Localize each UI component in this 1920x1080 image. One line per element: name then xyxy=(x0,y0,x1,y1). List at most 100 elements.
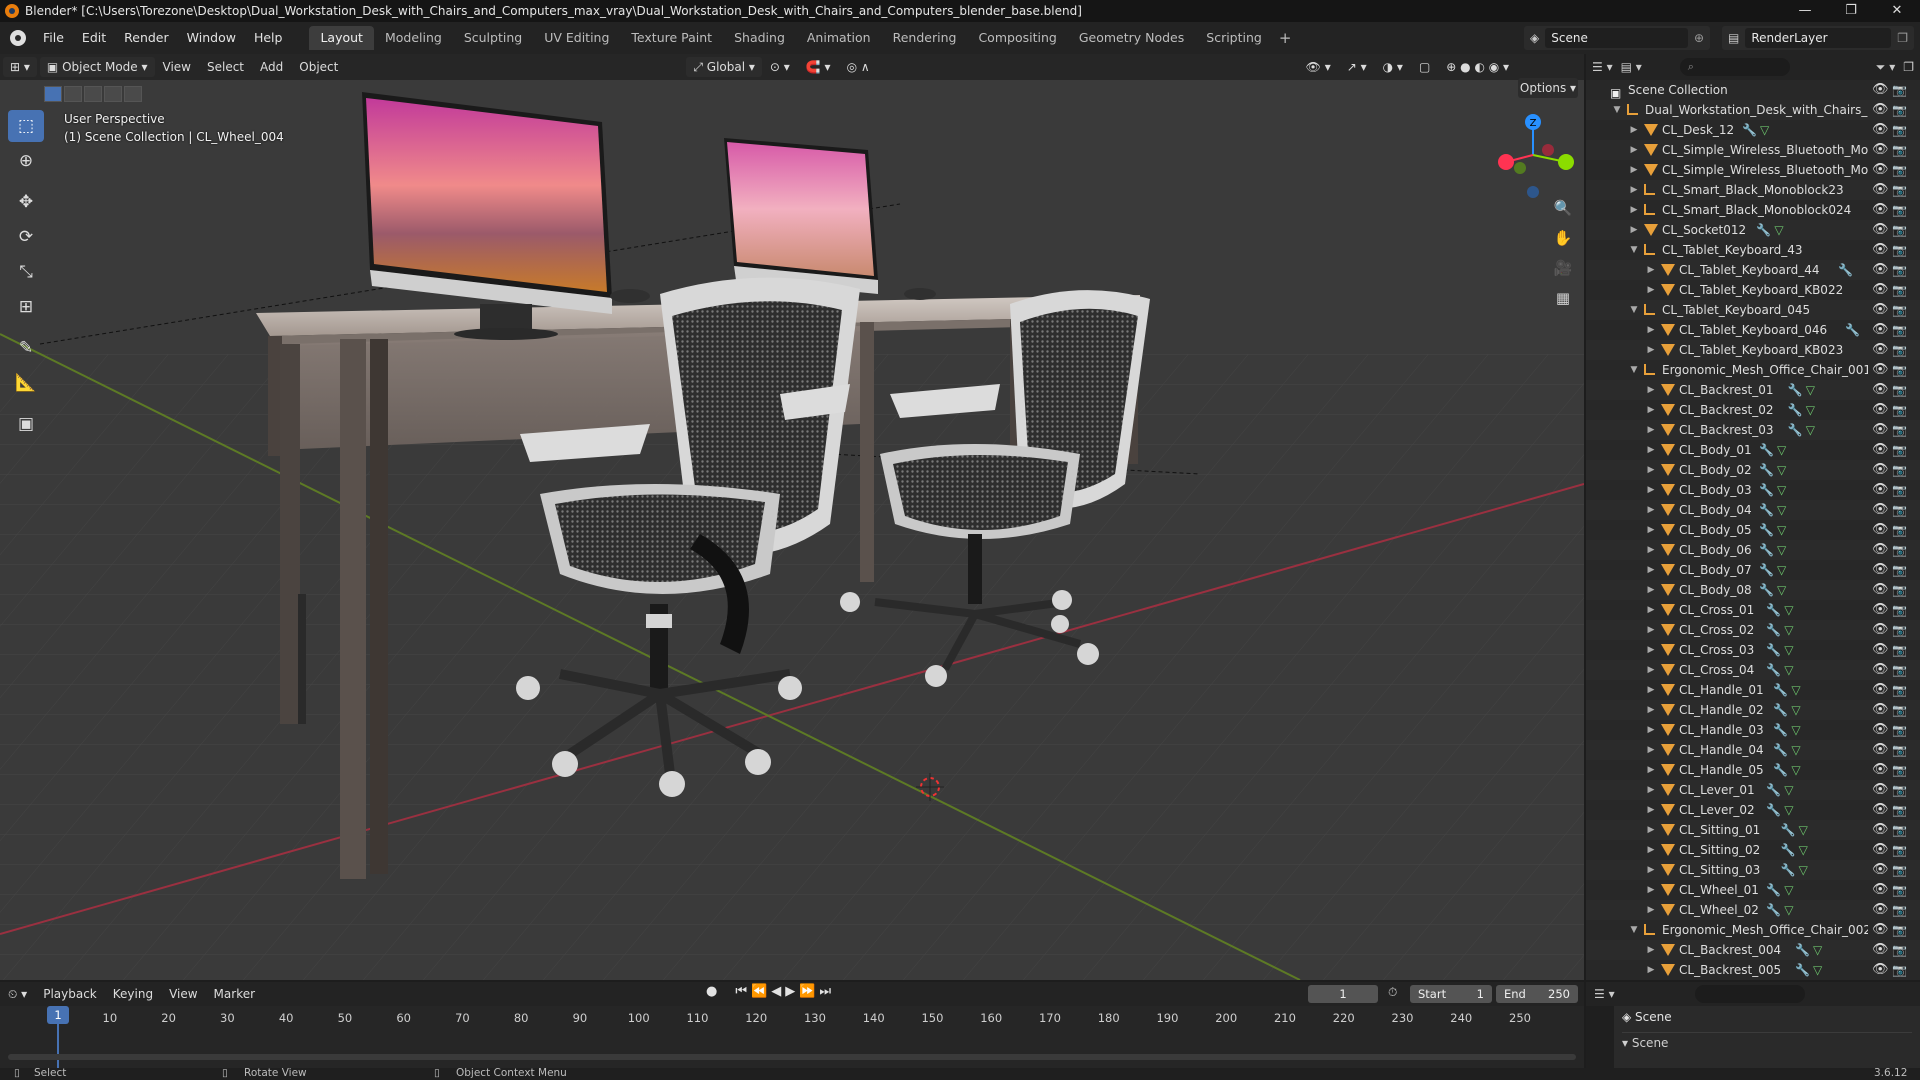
modifier-icon[interactable]: 🔧 xyxy=(1788,400,1803,420)
mesh-data-icon[interactable]: ▽ xyxy=(1784,780,1793,800)
visibility-eye-icon[interactable]: 👁 xyxy=(1872,680,1889,700)
jump-end-icon[interactable]: ⏭ xyxy=(819,984,831,999)
outliner-item-label[interactable]: CL_Simple_Wireless_Bluetooth_Mou xyxy=(1662,140,1868,160)
end-frame-field[interactable]: End 250 xyxy=(1496,985,1578,1003)
outliner-item-label[interactable]: CL_Backrest_02 xyxy=(1679,400,1868,420)
viewport-menu-view[interactable]: View xyxy=(155,57,199,77)
outliner-item-label[interactable]: CL_Simple_Wireless_Bluetooth_Mou xyxy=(1662,160,1868,180)
render-camera-icon[interactable]: 📷 xyxy=(1892,580,1907,600)
visibility-eye-icon[interactable]: 👁 xyxy=(1872,760,1889,780)
render-camera-icon[interactable]: 📷 xyxy=(1892,240,1907,260)
outliner-item-label[interactable]: CL_Tablet_Keyboard_KB023 xyxy=(1679,340,1868,360)
outliner-row[interactable]: ▶ CL_Body_03 🔧 ▽ 👁 📷 xyxy=(1586,480,1920,500)
mesh-data-icon[interactable]: ▽ xyxy=(1791,720,1800,740)
modifier-icon[interactable]: 🔧 xyxy=(1742,120,1757,140)
expand-arrow-icon[interactable]: ▶ xyxy=(1645,900,1657,920)
xray-toggle-icon[interactable]: ▢ xyxy=(1411,57,1438,77)
preview-range-icon[interactable]: ⏱ xyxy=(1388,985,1397,1000)
view-layer-selector[interactable]: ▤ RenderLayer ❐ xyxy=(1722,26,1914,50)
outliner-row[interactable]: ▶ CL_Handle_01 🔧 ▽ 👁 📷 xyxy=(1586,680,1920,700)
render-camera-icon[interactable]: 📷 xyxy=(1892,320,1907,340)
visibility-eye-icon[interactable]: 👁 xyxy=(1872,360,1889,380)
render-camera-icon[interactable]: 📷 xyxy=(1892,900,1907,920)
render-camera-icon[interactable]: 📷 xyxy=(1892,760,1907,780)
selection-mode-buttons[interactable] xyxy=(44,86,144,102)
modifier-icon[interactable]: 🔧 xyxy=(1781,860,1796,880)
mesh-data-icon[interactable]: ▽ xyxy=(1806,380,1815,400)
expand-arrow-icon[interactable]: ▶ xyxy=(1628,180,1640,200)
expand-arrow-icon[interactable]: ▶ xyxy=(1645,480,1657,500)
properties-tabs[interactable] xyxy=(1586,1006,1614,1068)
visibility-eye-icon[interactable]: 👁 xyxy=(1872,900,1889,920)
tab-shading[interactable]: Shading xyxy=(723,26,796,50)
modifier-icon[interactable]: 🔧 xyxy=(1773,680,1788,700)
visibility-eye-icon[interactable]: 👁 xyxy=(1872,800,1889,820)
render-camera-icon[interactable]: 📷 xyxy=(1892,800,1907,820)
visibility-eye-icon[interactable]: 👁 xyxy=(1872,380,1889,400)
expand-arrow-icon[interactable]: ▶ xyxy=(1645,540,1657,560)
scene-subpanel-header[interactable]: ▾ Scene xyxy=(1622,1032,1912,1050)
snap-icon[interactable]: 🧲 ▾ xyxy=(798,57,839,77)
add-cube-tool-icon[interactable]: ▣ xyxy=(8,408,44,440)
outliner-row[interactable]: ▶ CL_Lever_02 🔧 ▽ 👁 📷 xyxy=(1586,800,1920,820)
outliner-row[interactable]: ▶ CL_Handle_03 🔧 ▽ 👁 📷 xyxy=(1586,720,1920,740)
mesh-data-icon[interactable]: ▽ xyxy=(1760,120,1769,140)
visibility-eye-icon[interactable]: 👁 xyxy=(1872,640,1889,660)
mesh-data-icon[interactable]: ▽ xyxy=(1784,620,1793,640)
render-camera-icon[interactable]: 📷 xyxy=(1892,80,1907,100)
modifier-icon[interactable]: 🔧 xyxy=(1766,800,1781,820)
modifier-icon[interactable]: 🔧 xyxy=(1759,440,1774,460)
modifier-icon[interactable]: 🔧 xyxy=(1781,820,1796,840)
modifier-icon[interactable]: 🔧 xyxy=(1795,940,1810,960)
outliner-item-label[interactable]: CL_Tablet_Keyboard_046 xyxy=(1679,320,1868,340)
move-tool-icon[interactable]: ✥ xyxy=(8,186,44,218)
render-camera-icon[interactable]: 📷 xyxy=(1892,620,1907,640)
maximize-button[interactable]: ❐ xyxy=(1828,0,1874,22)
visibility-eye-icon[interactable]: 👁 xyxy=(1872,400,1889,420)
blender-logo-icon[interactable] xyxy=(10,30,26,46)
outliner-row[interactable]: ▶ CL_Body_01 🔧 ▽ 👁 📷 xyxy=(1586,440,1920,460)
outliner-row[interactable]: ▶ CL_Cross_01 🔧 ▽ 👁 📷 xyxy=(1586,600,1920,620)
prev-keyframe-icon[interactable]: ⏪ xyxy=(751,984,767,999)
outliner-row[interactable]: ▶ CL_Tablet_Keyboard_046 🔧 👁 📷 xyxy=(1586,320,1920,340)
outliner-row[interactable]: ▶ CL_Backrest_01 🔧 ▽ 👁 📷 xyxy=(1586,380,1920,400)
current-frame-field[interactable]: 1 xyxy=(1308,985,1378,1003)
render-camera-icon[interactable]: 📷 xyxy=(1892,200,1907,220)
pivot-point-icon[interactable]: ⊙ ▾ xyxy=(762,57,798,77)
modifier-icon[interactable]: 🔧 xyxy=(1766,780,1781,800)
render-camera-icon[interactable]: 📷 xyxy=(1892,460,1907,480)
modifier-icon[interactable]: 🔧 xyxy=(1773,700,1788,720)
expand-arrow-icon[interactable]: ▶ xyxy=(1645,560,1657,580)
render-camera-icon[interactable]: 📷 xyxy=(1892,780,1907,800)
expand-arrow-icon[interactable]: ▶ xyxy=(1645,460,1657,480)
modifier-icon[interactable]: 🔧 xyxy=(1766,880,1781,900)
new-collection-icon[interactable]: ❐ xyxy=(1903,60,1920,74)
outliner-row[interactable]: ▶ CL_Tablet_Keyboard_KB022 👁 📷 xyxy=(1586,280,1920,300)
visibility-eye-icon[interactable]: 👁 xyxy=(1872,480,1889,500)
outliner-row[interactable]: ▶ CL_Lever_01 🔧 ▽ 👁 📷 xyxy=(1586,780,1920,800)
modifier-icon[interactable]: 🔧 xyxy=(1766,900,1781,920)
modifier-icon[interactable]: 🔧 xyxy=(1759,560,1774,580)
outliner-item-label[interactable]: Ergonomic_Mesh_Office_Chair_001 xyxy=(1662,360,1868,380)
render-camera-icon[interactable]: 📷 xyxy=(1892,520,1907,540)
expand-arrow-icon[interactable]: ▶ xyxy=(1645,620,1657,640)
select-subtract-icon[interactable] xyxy=(84,86,102,102)
visibility-eye-icon[interactable]: 👁 xyxy=(1872,920,1889,940)
tab-sculpting[interactable]: Sculpting xyxy=(453,26,533,50)
visibility-eye-icon[interactable]: 👁 xyxy=(1872,280,1889,300)
select-extend-icon[interactable] xyxy=(64,86,82,102)
visibility-eye-icon[interactable]: 👁 xyxy=(1872,520,1889,540)
visibility-eye-icon[interactable]: 👁 xyxy=(1872,200,1889,220)
modifier-icon[interactable]: 🔧 xyxy=(1756,220,1771,240)
visibility-eye-icon[interactable]: 👁 xyxy=(1872,840,1889,860)
expand-arrow-icon[interactable]: ▶ xyxy=(1645,740,1657,760)
outliner-row[interactable]: ▶ CL_Handle_02 🔧 ▽ 👁 📷 xyxy=(1586,700,1920,720)
expand-arrow-icon[interactable]: ▶ xyxy=(1645,320,1657,340)
mesh-data-icon[interactable]: ▽ xyxy=(1784,600,1793,620)
expand-arrow-icon[interactable]: ▶ xyxy=(1645,660,1657,680)
render-camera-icon[interactable]: 📷 xyxy=(1892,400,1907,420)
expand-arrow-icon[interactable]: ▶ xyxy=(1645,580,1657,600)
visibility-eye-icon[interactable]: 👁 xyxy=(1872,160,1889,180)
select-invert-icon[interactable] xyxy=(104,86,122,102)
timeline-menu-marker[interactable]: Marker xyxy=(206,984,263,1004)
